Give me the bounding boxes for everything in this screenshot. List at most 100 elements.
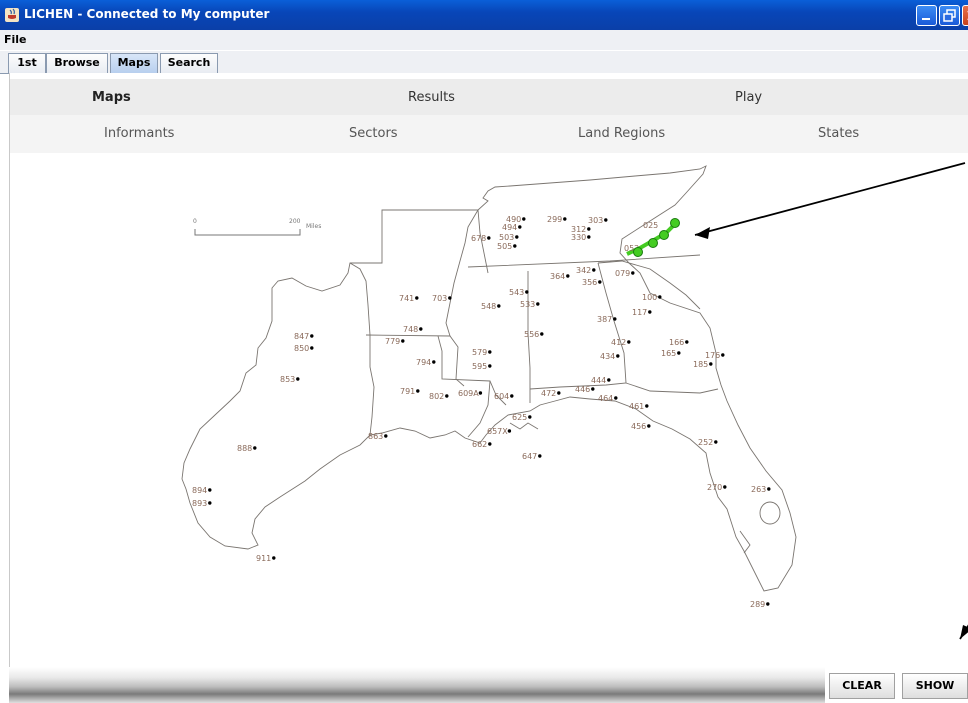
point-dot-176 bbox=[721, 353, 725, 357]
point-label-625: 625 bbox=[512, 413, 527, 422]
point-dot-494 bbox=[518, 225, 522, 229]
nav-results[interactable]: Results bbox=[408, 90, 455, 105]
tab-1st[interactable]: 1st bbox=[8, 53, 46, 73]
nav-informants[interactable]: Informants bbox=[104, 126, 174, 141]
point-dot-252 bbox=[714, 440, 718, 444]
arrow-line-top bbox=[694, 162, 966, 236]
highlight-marker[interactable] bbox=[633, 247, 643, 257]
point-label-657X: 657X bbox=[487, 427, 508, 436]
point-dot-166 bbox=[685, 340, 689, 344]
point-label-556: 556 bbox=[524, 330, 539, 339]
point-dot-434 bbox=[616, 354, 620, 358]
point-dot-412 bbox=[627, 340, 631, 344]
point-label-863: 863 bbox=[368, 432, 383, 441]
point-label-533: 533 bbox=[520, 300, 535, 309]
point-dot-503 bbox=[515, 235, 519, 239]
point-label-893: 893 bbox=[192, 499, 207, 508]
point-dot-289 bbox=[766, 602, 770, 606]
point-label-289: 289 bbox=[750, 600, 765, 609]
map-area: 0 200 Miles 490 494 299 303 312 330 678 … bbox=[10, 153, 968, 667]
point-dot-853 bbox=[296, 377, 300, 381]
gulf-states-map[interactable]: 0 200 Miles 490494299 303312330678 50350… bbox=[10, 153, 968, 667]
highlight-marker[interactable] bbox=[648, 238, 658, 248]
point-dot-894 bbox=[208, 488, 212, 492]
point-label-543: 543 bbox=[509, 288, 524, 297]
point-dot-625 bbox=[528, 415, 532, 419]
restore-button[interactable] bbox=[939, 5, 960, 26]
point-dot-444 bbox=[607, 378, 611, 382]
tab-maps[interactable]: Maps bbox=[110, 53, 158, 73]
point-label-412: 412 bbox=[611, 338, 626, 347]
point-label-791: 791 bbox=[400, 387, 415, 396]
nav-play[interactable]: Play bbox=[735, 90, 762, 105]
nav-sectors[interactable]: Sectors bbox=[349, 126, 398, 141]
point-dot-604 bbox=[510, 394, 514, 398]
point-label-609A: 609A bbox=[458, 389, 479, 398]
point-label-503: 503 bbox=[499, 233, 514, 242]
bottom-bar: CLEAR SHOW bbox=[0, 667, 968, 703]
point-dot-356 bbox=[598, 280, 602, 284]
scale-unit-label: Miles bbox=[306, 223, 321, 230]
nav-maps[interactable]: Maps bbox=[92, 90, 131, 105]
point-label-662: 662 bbox=[472, 440, 487, 449]
point-dot-911 bbox=[272, 556, 276, 560]
point-dot-387 bbox=[613, 317, 617, 321]
title-bar: LICHEN - Connected to My computer bbox=[0, 0, 968, 30]
highlight-marker[interactable] bbox=[659, 230, 669, 240]
point-label-888: 888 bbox=[237, 444, 252, 453]
point-label-802: 802 bbox=[429, 392, 444, 401]
point-label-678: 678 bbox=[471, 234, 486, 243]
point-label-911: 911 bbox=[256, 554, 271, 563]
point-dot-464 bbox=[614, 396, 618, 400]
point-label-464: 464 bbox=[598, 394, 613, 403]
menu-bar: File bbox=[0, 30, 968, 50]
scale-bar: 0 200 Miles bbox=[193, 218, 321, 236]
point-dot-270 bbox=[723, 485, 727, 489]
point-label-166: 166 bbox=[669, 338, 684, 347]
window-title: LICHEN - Connected to My computer bbox=[24, 7, 270, 21]
point-dot-657X bbox=[507, 429, 512, 433]
point-label-703: 703 bbox=[432, 294, 447, 303]
point-dot-312 bbox=[587, 227, 591, 231]
point-dot-263 bbox=[767, 487, 771, 491]
close-button[interactable] bbox=[962, 5, 968, 26]
minimize-button[interactable] bbox=[916, 5, 937, 26]
point-dot-794 bbox=[432, 360, 436, 364]
nav-states[interactable]: States bbox=[818, 126, 859, 141]
point-dot-299 bbox=[563, 217, 567, 221]
java-app-icon bbox=[5, 8, 19, 22]
point-label-387: 387 bbox=[597, 315, 612, 324]
menu-file[interactable]: File bbox=[4, 33, 27, 46]
show-button[interactable]: SHOW bbox=[902, 673, 968, 699]
tab-search[interactable]: Search bbox=[160, 53, 218, 73]
point-dot-579 bbox=[488, 350, 492, 354]
point-label-165: 165 bbox=[661, 349, 676, 358]
clear-button[interactable]: CLEAR bbox=[829, 673, 895, 699]
point-dot-802 bbox=[445, 394, 449, 398]
point-dot-490 bbox=[522, 217, 526, 221]
point-dot-185 bbox=[709, 362, 713, 366]
point-dot-609A bbox=[478, 391, 483, 395]
map-outline bbox=[181, 165, 797, 592]
point-label-079: 079 bbox=[615, 269, 630, 278]
point-label-894: 894 bbox=[192, 486, 207, 495]
point-label-741: 741 bbox=[399, 294, 414, 303]
point-dot-791 bbox=[416, 389, 420, 393]
point-dot-303 bbox=[604, 218, 608, 222]
sub-nav-row: Informants Sectors Land Regions States bbox=[10, 115, 968, 153]
close-icon bbox=[967, 11, 968, 20]
point-dot-472 bbox=[557, 391, 561, 395]
point-dot-533 bbox=[536, 302, 540, 306]
point-label-456: 456 bbox=[631, 422, 646, 431]
point-dot-505 bbox=[513, 244, 517, 248]
point-dot-748 bbox=[419, 327, 423, 331]
highlight-marker[interactable] bbox=[670, 218, 680, 228]
point-dot-863 bbox=[384, 434, 388, 438]
point-dot-779 bbox=[401, 339, 405, 343]
point-dot-117 bbox=[648, 310, 652, 314]
point-label-025: 025 bbox=[643, 221, 658, 230]
nav-land-regions[interactable]: Land Regions bbox=[578, 126, 665, 141]
tab-browse[interactable]: Browse bbox=[46, 53, 108, 73]
point-label-548: 548 bbox=[481, 302, 496, 311]
arrow-head-bottom bbox=[960, 625, 968, 639]
